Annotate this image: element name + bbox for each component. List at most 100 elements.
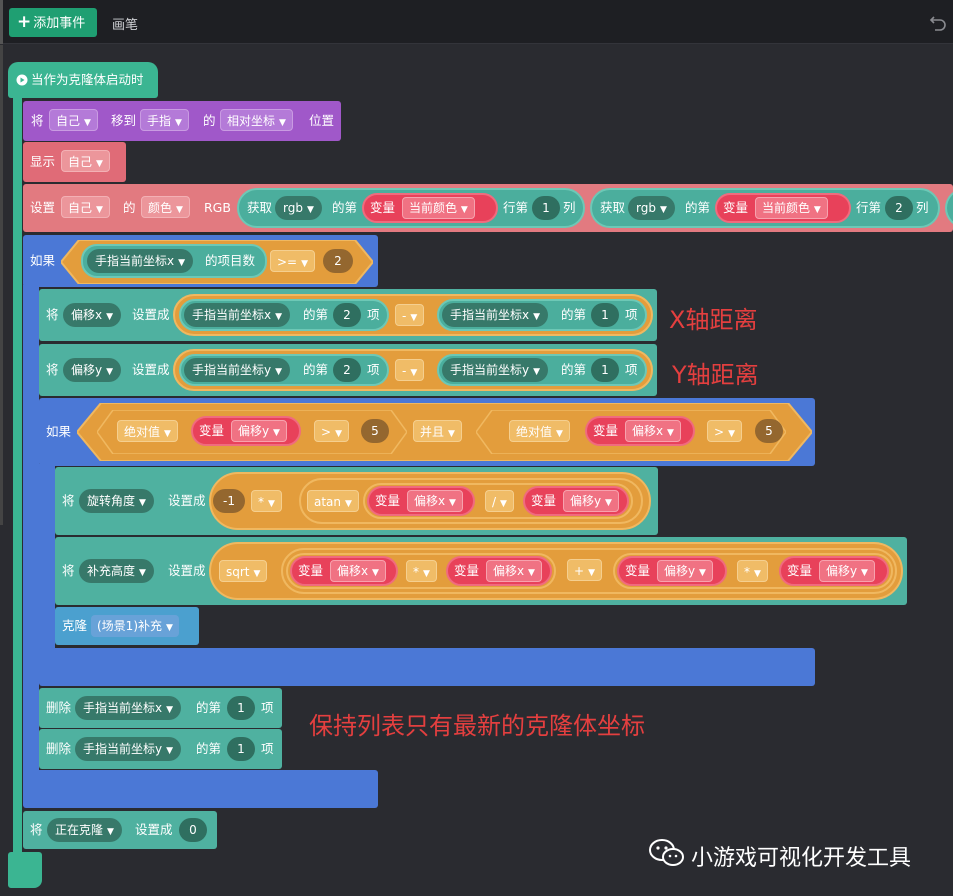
index-number[interactable]: 1 bbox=[591, 358, 619, 382]
div-op-dropdown[interactable]: / ▼ bbox=[485, 490, 514, 512]
show-block[interactable]: 显示 自己 ▼ bbox=[23, 142, 126, 182]
var-name-dropdown[interactable]: 偏移x ▼ bbox=[486, 560, 542, 582]
var-name-dropdown[interactable]: 当前颜色 ▼ bbox=[755, 197, 828, 219]
threshold-value-2[interactable]: 5 bbox=[755, 419, 783, 443]
atan-dropdown[interactable]: atan ▼ bbox=[307, 490, 359, 512]
set-offset-x-block[interactable]: 将 偏移x ▼ 设置成 手指当前坐标x ▼ 的第 2 项 - ▼ 手指当前坐标x ▼ 的… bbox=[39, 289, 657, 341]
cloning-value[interactable]: 0 bbox=[179, 818, 207, 842]
variable-reporter[interactable]: 变量 偏移x ▼ bbox=[585, 416, 695, 446]
variable-reporter[interactable]: 变量 当前颜色 ▼ bbox=[362, 193, 498, 223]
delete-list-dropdown[interactable]: 手指当前坐标y ▼ bbox=[75, 737, 182, 761]
variable-reporter[interactable]: 变量 偏移y ▼ bbox=[523, 486, 629, 516]
row-number[interactable]: 2 bbox=[885, 196, 913, 220]
fill-var-dropdown[interactable]: 补充高度 ▼ bbox=[79, 559, 154, 583]
gt-op-dropdown-2[interactable]: > ▼ bbox=[707, 420, 742, 442]
list-item-reporter[interactable]: 手指当前坐标y ▼ 的第 1 项 bbox=[437, 354, 647, 386]
if-block-1-header[interactable]: 如果 手指当前坐标x ▼ 的项目数 >= ▼ 2 bbox=[23, 235, 378, 287]
move-target-dropdown[interactable]: 手指 ▼ bbox=[140, 109, 189, 131]
delete-index[interactable]: 1 bbox=[227, 696, 255, 720]
subtract-reporter[interactable]: 手指当前坐标x ▼ 的第 2 项 - ▼ 手指当前坐标x ▼ 的第 1 项 bbox=[173, 294, 653, 336]
undo-icon[interactable] bbox=[929, 13, 947, 31]
index-number[interactable]: 2 bbox=[333, 303, 361, 327]
get-rgb-reporter-2[interactable]: 获取 rgb ▼ 的第 变量 当前颜色 ▼ 行第 2 列 bbox=[590, 188, 940, 228]
minus-op-dropdown[interactable]: - ▼ bbox=[395, 304, 425, 326]
var-name-dropdown[interactable]: 偏移y ▼ bbox=[563, 490, 619, 512]
neg-one-value[interactable]: -1 bbox=[213, 489, 245, 513]
move-to-block[interactable]: 将 自己 ▼ 移到 手指 ▼ 的 相对坐标 ▼ 位置 bbox=[23, 101, 341, 141]
sety-var-dropdown[interactable]: 偏移y ▼ bbox=[63, 358, 122, 382]
var-name-dropdown[interactable]: 偏移x ▼ bbox=[330, 560, 386, 582]
list-item-reporter[interactable]: 手指当前坐标x ▼ 的第 1 项 bbox=[437, 299, 647, 331]
show-who-dropdown[interactable]: 自己 ▼ bbox=[61, 150, 110, 172]
list-name-dropdown[interactable]: 手指当前坐标x ▼ bbox=[184, 303, 291, 327]
get-rgb-reporter-1[interactable]: 获取 rgb ▼ 的第 变量 当前颜色 ▼ 行第 1 列 bbox=[237, 188, 585, 228]
var-name-dropdown[interactable]: 偏移y ▼ bbox=[819, 560, 875, 582]
multiply-x-reporter[interactable]: 变量 偏移x ▼ * ▼ 变量 偏移x ▼ bbox=[286, 553, 556, 589]
get-rgb-reporter-3[interactable] bbox=[945, 188, 953, 228]
clone-block[interactable]: 克隆 (场景1)补充 ▼ bbox=[55, 607, 199, 645]
abs-dropdown-1[interactable]: 绝对值 ▼ bbox=[117, 420, 178, 442]
var-name-dropdown[interactable]: 偏移y ▼ bbox=[657, 560, 713, 582]
move-who-dropdown[interactable]: 自己 ▼ bbox=[49, 109, 98, 131]
list-name-dropdown[interactable]: 手指当前坐标y ▼ bbox=[184, 358, 291, 382]
setx-var-dropdown[interactable]: 偏移x ▼ bbox=[63, 303, 122, 327]
delete-y-block[interactable]: 删除 手指当前坐标y ▼ 的第 1 项 bbox=[39, 729, 282, 769]
sqrt-reporter[interactable]: sqrt ▼ 变量 偏移x ▼ * ▼ 变量 偏移x ▼ + ▼ 变量 偏移y … bbox=[209, 542, 903, 600]
threshold-value-1[interactable]: 5 bbox=[361, 419, 389, 443]
variable-reporter[interactable]: 变量 偏移y ▼ bbox=[191, 416, 301, 446]
list-name-dropdown[interactable]: 手指当前坐标y ▼ bbox=[442, 358, 549, 382]
minus-op-dropdown[interactable]: - ▼ bbox=[395, 359, 425, 381]
divide-reporter[interactable]: 变量 偏移x ▼ / ▼ 变量 偏移y ▼ bbox=[363, 483, 633, 519]
set-offset-y-block[interactable]: 将 偏移y ▼ 设置成 手指当前坐标y ▼ 的第 2 项 - ▼ 手指当前坐标y ▼ 的… bbox=[39, 344, 657, 396]
add-reporter[interactable]: 变量 偏移x ▼ * ▼ 变量 偏移x ▼ + ▼ 变量 偏移y ▼ * ▼ 变… bbox=[281, 548, 897, 594]
list-item-reporter[interactable]: 手指当前坐标x ▼ 的第 2 项 bbox=[179, 299, 389, 331]
index-number[interactable]: 2 bbox=[333, 358, 361, 382]
event-hat-block[interactable]: 当作为克隆体启动时 bbox=[8, 62, 158, 98]
variable-reporter[interactable]: 变量 当前颜色 ▼ bbox=[715, 193, 851, 223]
multiply-y-reporter[interactable]: 变量 偏移y ▼ * ▼ 变量 偏移y ▼ bbox=[613, 553, 893, 589]
variable-reporter[interactable]: 变量 偏移x ▼ bbox=[446, 556, 552, 586]
move-coord-dropdown[interactable]: 相对坐标 ▼ bbox=[220, 109, 293, 131]
list-name-dropdown[interactable]: 手指当前坐标x ▼ bbox=[87, 249, 194, 273]
rgb-mode-dropdown[interactable]: rgb ▼ bbox=[628, 196, 675, 220]
list-name-dropdown[interactable]: 手指当前坐标x ▼ bbox=[442, 303, 549, 327]
var-name-dropdown[interactable]: 偏移y ▼ bbox=[231, 420, 287, 442]
compare-value[interactable]: 2 bbox=[323, 249, 353, 273]
set-cloning-block[interactable]: 将 正在克隆 ▼ 设置成 0 bbox=[23, 811, 217, 849]
color-who-dropdown[interactable]: 自己 ▼ bbox=[61, 196, 110, 218]
rgb-mode-dropdown[interactable]: rgb ▼ bbox=[275, 196, 322, 220]
add-event-button[interactable]: + 添加事件 bbox=[9, 8, 97, 37]
rot-var-dropdown[interactable]: 旋转角度 ▼ bbox=[79, 489, 154, 513]
delete-index[interactable]: 1 bbox=[227, 737, 255, 761]
abs-dropdown-2[interactable]: 绝对值 ▼ bbox=[509, 420, 570, 442]
var-name-dropdown[interactable]: 偏移x ▼ bbox=[625, 420, 681, 442]
clone-target-dropdown[interactable]: (场景1)补充 ▼ bbox=[91, 615, 179, 637]
multiply-reporter[interactable]: -1 * ▼ atan ▼ 变量 偏移x ▼ / ▼ 变量 偏移y ▼ bbox=[209, 472, 651, 530]
var-name-dropdown[interactable]: 当前颜色 ▼ bbox=[402, 197, 475, 219]
set-fill-height-block[interactable]: 将 补充高度 ▼ 设置成 sqrt ▼ 变量 偏移x ▼ * ▼ 变量 偏移x ▼ +… bbox=[55, 537, 907, 605]
variable-reporter[interactable]: 变量 偏移y ▼ bbox=[779, 556, 889, 586]
variable-reporter[interactable]: 变量 偏移y ▼ bbox=[617, 556, 727, 586]
delete-list-dropdown[interactable]: 手指当前坐标x ▼ bbox=[75, 696, 182, 720]
variable-reporter[interactable]: 变量 偏移x ▼ bbox=[290, 556, 398, 586]
delete-x-block[interactable]: 删除 手指当前坐标x ▼ 的第 1 项 bbox=[39, 688, 282, 728]
row-number[interactable]: 1 bbox=[532, 196, 560, 220]
mul-op-dropdown[interactable]: * ▼ bbox=[737, 560, 768, 582]
cloning-var-dropdown[interactable]: 正在克隆 ▼ bbox=[47, 818, 122, 842]
set-rotation-block[interactable]: 将 旋转角度 ▼ 设置成 -1 * ▼ atan ▼ 变量 偏移x ▼ / ▼ 变量 偏… bbox=[55, 467, 658, 535]
gt-op-dropdown-1[interactable]: > ▼ bbox=[314, 420, 349, 442]
list-item-reporter[interactable]: 手指当前坐标y ▼ 的第 2 项 bbox=[179, 354, 389, 386]
if-block-2-header[interactable]: 如果 绝对值 ▼ 变量 偏移y ▼ > ▼ 5 并且 ▼ 绝对值 ▼ 变量 偏移x ▼ … bbox=[39, 398, 815, 466]
plus-op-dropdown[interactable]: + ▼ bbox=[567, 559, 602, 581]
sqrt-dropdown[interactable]: sqrt ▼ bbox=[219, 560, 268, 582]
atan-reporter[interactable]: atan ▼ 变量 偏移x ▼ / ▼ 变量 偏移y ▼ bbox=[299, 478, 643, 524]
var-name-dropdown[interactable]: 偏移x ▼ bbox=[407, 490, 463, 512]
tab-pen[interactable]: 画笔 bbox=[112, 14, 138, 33]
mul-op-dropdown[interactable]: * ▼ bbox=[251, 490, 282, 512]
compare-op-dropdown[interactable]: >= ▼ bbox=[270, 250, 316, 272]
mul-op-dropdown[interactable]: * ▼ bbox=[406, 560, 437, 582]
index-number[interactable]: 1 bbox=[591, 303, 619, 327]
variable-reporter[interactable]: 变量 偏移x ▼ bbox=[367, 486, 475, 516]
list-reporter[interactable]: 手指当前坐标x ▼ 的项目数 bbox=[81, 244, 267, 278]
and-dropdown[interactable]: 并且 ▼ bbox=[413, 420, 462, 442]
